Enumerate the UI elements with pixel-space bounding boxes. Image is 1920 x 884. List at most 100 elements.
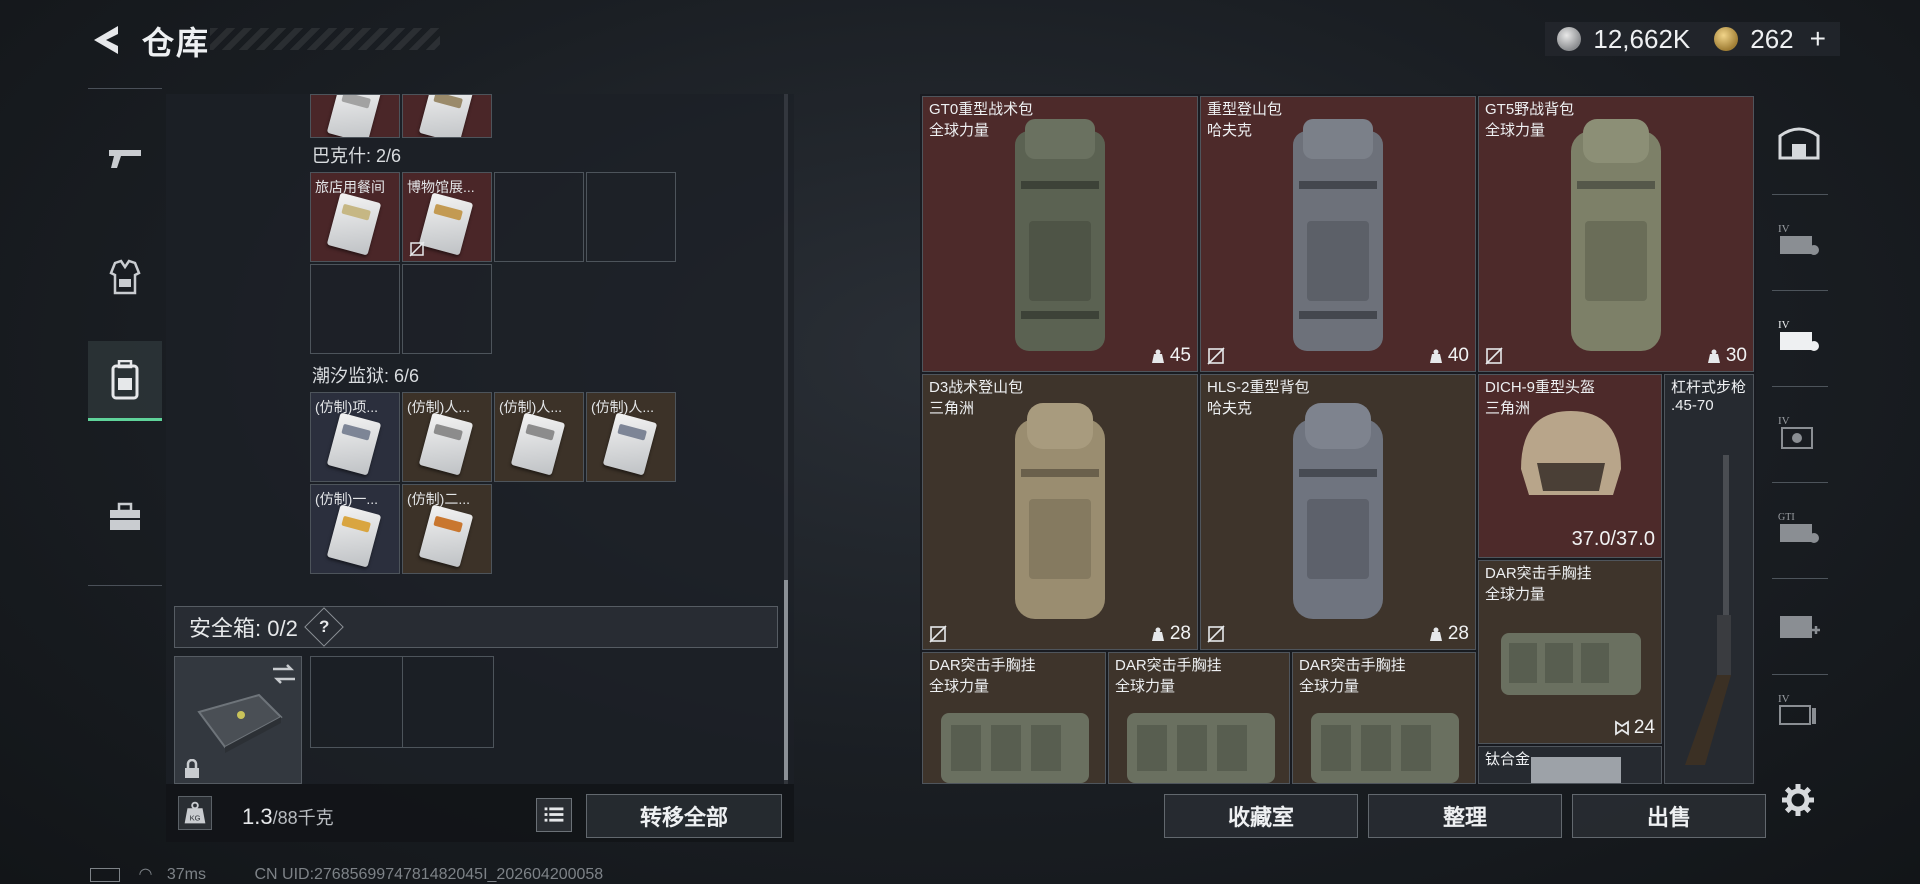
collectible-item[interactable]: 博物馆展...: [402, 172, 492, 262]
scroll-thumb[interactable]: [784, 580, 788, 780]
svg-text:IV: IV: [1778, 693, 1790, 705]
inventory-item[interactable]: DICH-9重型头盔 三角洲 37.0/37.0: [1478, 374, 1662, 558]
wifi-icon: ◠: [138, 866, 153, 883]
silver-coin-icon: [1557, 27, 1582, 51]
armor-slot-icon: [1614, 720, 1629, 736]
inventory-item[interactable]: HLS-2重型背包 哈夫克 28: [1200, 374, 1476, 650]
untradeable-icon: [1207, 347, 1225, 365]
ping-text: 37ms: [166, 866, 206, 883]
safe-box-bar: 安全箱: 0/2 ?: [174, 606, 778, 648]
settings-gear-icon[interactable]: [1780, 782, 1816, 818]
safe-case-item[interactable]: [174, 656, 302, 784]
uid-text: CN UID:2768569974781482045I_202604200058: [254, 866, 604, 883]
inventory-item[interactable]: 重型登山包 哈夫克 40: [1200, 96, 1476, 372]
collectible-item[interactable]: (仿制)一...: [310, 484, 400, 574]
storage-iv-case-icon[interactable]: IV: [1776, 412, 1822, 452]
sell-button[interactable]: 出售: [1572, 794, 1766, 838]
vest-icon: [109, 259, 141, 295]
chest-rig-image: [1311, 713, 1459, 783]
silver-amount: 12,662K: [1593, 23, 1691, 54]
collectible-item[interactable]: (仿制)人...: [586, 392, 676, 482]
storage-iv-icon[interactable]: IV: [1776, 220, 1822, 260]
sidebar-item-equipment[interactable]: [88, 237, 162, 317]
weight-max: /88千克: [272, 808, 334, 828]
alloy-image: [1531, 757, 1621, 783]
inventory-item[interactable]: 杠杆式步枪 .45-70: [1664, 374, 1754, 784]
gold-coin-icon: [1714, 27, 1739, 51]
transfer-all-button[interactable]: 转移全部: [586, 794, 782, 838]
collectible-item[interactable]: (仿制)项...: [310, 392, 400, 482]
item-capacity: 45: [1150, 345, 1191, 367]
rifle-image: [1685, 455, 1731, 765]
status-bar: ◠ 37ms CN UID:2768569974781482045I_20260…: [90, 864, 603, 884]
capacity-icon: [1151, 349, 1164, 363]
inventory-item[interactable]: GT5野战背包 全球力量 30: [1478, 96, 1754, 372]
toolbox-icon: [110, 502, 140, 530]
untradeable-icon: [1207, 625, 1225, 643]
inventory-item[interactable]: DAR突击手胸挂 全球力量: [1108, 652, 1290, 784]
inventory-item[interactable]: DAR突击手胸挂 全球力量 24: [1478, 560, 1662, 744]
inventory-item[interactable]: 钛合金: [1478, 746, 1662, 784]
backpack-icon: [111, 359, 139, 399]
capacity-icon: [1429, 349, 1442, 363]
storage-medkit-icon[interactable]: [1776, 604, 1822, 644]
chest-rig-image: [1501, 633, 1641, 695]
collectible-item[interactable]: (仿制)二...: [402, 484, 492, 574]
grid-cell[interactable]: [310, 94, 400, 138]
add-currency-button[interactable]: +: [1810, 23, 1826, 55]
weight-value: 1.3: [242, 804, 273, 829]
currency-bar: 12,662K 262 +: [1545, 22, 1840, 56]
svg-text:KG: KG: [190, 814, 201, 823]
capacity-icon: [1707, 349, 1720, 363]
item-durability: 37.0/37.0: [1571, 528, 1655, 550]
helmet-image: [1521, 411, 1621, 495]
backpack-image: [1015, 119, 1105, 351]
group-title-tidal-prison: 潮汐监狱: 6/6: [312, 366, 420, 386]
untradeable-icon: [1485, 347, 1503, 365]
help-button[interactable]: ?: [304, 607, 344, 647]
safe-box-label: 安全箱: 0/2: [189, 616, 298, 641]
inventory-item[interactable]: D3战术登山包 三角洲 28: [922, 374, 1198, 650]
inventory-item[interactable]: GT0重型战术包 全球力量 45: [922, 96, 1198, 372]
back-arrow-icon[interactable]: [88, 22, 124, 58]
svg-text:IV: IV: [1778, 319, 1790, 331]
chest-rig-image: [941, 713, 1089, 783]
storage-gti-icon[interactable]: GTI: [1776, 508, 1822, 548]
item-capacity: 28: [1428, 623, 1469, 645]
grid-cell[interactable]: [402, 94, 492, 138]
collectible-item[interactable]: (仿制)人...: [494, 392, 584, 482]
untradeable-icon: [929, 625, 947, 643]
untradeable-icon: [409, 241, 425, 257]
item-capacity: 28: [1150, 623, 1191, 645]
item-capacity: 30: [1706, 345, 1747, 367]
sort-button[interactable]: 整理: [1368, 794, 1562, 838]
empty-slot[interactable]: [586, 172, 676, 262]
list-view-button[interactable]: [536, 798, 572, 832]
collectible-item[interactable]: 旅店用餐间: [310, 172, 400, 262]
backpack-image: [1293, 119, 1383, 351]
backpack-image: [1015, 403, 1105, 619]
storage-iv-ammo-icon[interactable]: IV: [1776, 690, 1822, 730]
sidebar-item-weapons[interactable]: [88, 117, 162, 197]
backpack-image: [1571, 119, 1661, 351]
empty-slot[interactable]: [310, 264, 400, 354]
inventory-item[interactable]: DAR突击手胸挂 全球力量: [1292, 652, 1476, 784]
capacity-icon: [1151, 627, 1164, 641]
collectible-item[interactable]: (仿制)人...: [402, 392, 492, 482]
storage-iv-active-icon[interactable]: IV: [1776, 316, 1822, 356]
title-decoration: [210, 28, 440, 50]
empty-slot[interactable]: [494, 172, 584, 262]
page-title: 仓库: [142, 25, 211, 61]
item-capacity: 24: [1614, 717, 1655, 739]
safe-case-icon: [197, 693, 283, 753]
inventory-item[interactable]: DAR突击手胸挂 全球力量: [922, 652, 1106, 784]
sidebar-item-containers[interactable]: [88, 341, 162, 421]
collection-room-button[interactable]: 收藏室: [1164, 794, 1358, 838]
storage-rail: IV IV IV GTI IV: [1762, 94, 1832, 816]
svg-text:GTI: GTI: [1778, 512, 1795, 523]
sidebar-item-misc[interactable]: [88, 477, 162, 557]
group-title-bakshi: 巴克什: 2/6: [312, 146, 402, 166]
weight-readout: 1.3/88千克: [242, 804, 334, 830]
empty-slot[interactable]: [402, 264, 492, 354]
warehouse-icon[interactable]: [1776, 120, 1822, 160]
